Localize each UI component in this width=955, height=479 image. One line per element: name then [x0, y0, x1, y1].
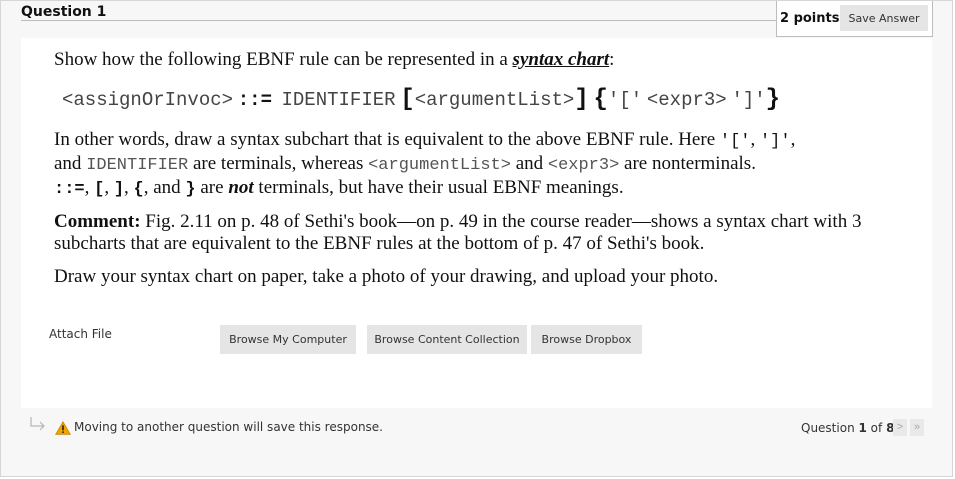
last-icon[interactable]: »: [910, 419, 924, 436]
intro-text: Show how the following EBNF rule can be …: [54, 49, 513, 70]
comment-text: Fig. 2.11 on p. 48 of Sethi's book—on p.…: [54, 211, 862, 254]
sep: ,: [84, 177, 95, 198]
explanation-text: terminals, but have their usual EBNF mea…: [253, 177, 624, 198]
instruction-paragraph: Draw your syntax chart on paper, take a …: [54, 266, 719, 287]
counter-of: of: [866, 421, 887, 435]
explanation-text: are nonterminals.: [619, 153, 756, 174]
points-label: 2 points: [780, 11, 840, 26]
not-emphasis: not: [228, 177, 254, 198]
rule-expr3: <expr3>: [646, 89, 727, 111]
rule-rbracket: ]: [574, 86, 589, 113]
terminal-identifier: IDENTIFIER: [86, 156, 189, 175]
sep: , and: [143, 177, 186, 198]
sep: ,: [124, 177, 134, 198]
browse-dropbox-button[interactable]: Browse Dropbox: [531, 325, 642, 354]
rule-lhs: <assignOrInvoc>: [62, 89, 234, 111]
attach-file-label: Attach File: [49, 327, 112, 341]
intro-paragraph: Show how the following EBNF rule can be …: [54, 49, 914, 71]
explanation-text: are terminals, whereas: [188, 153, 369, 174]
rule-operator: ::=: [237, 89, 272, 111]
question-text: Show how the following EBNF rule can be …: [54, 44, 914, 288]
save-answer-button[interactable]: Save Answer: [840, 5, 928, 31]
rule-lbrace: {: [593, 86, 608, 113]
nonterminal-argumentlist: <argumentList>: [368, 156, 511, 175]
question-footer: Moving to another question will save thi…: [21, 408, 932, 453]
next-icon[interactable]: >: [893, 419, 907, 436]
rule-rbrace: }: [765, 86, 781, 113]
browse-my-computer-button[interactable]: Browse My Computer: [220, 325, 356, 354]
current-question: 1: [858, 421, 867, 435]
meta-assign: ::=: [54, 180, 85, 199]
meta-lbrace: {: [133, 180, 144, 199]
question-container: Question 1 2 points Save Answer Show how…: [0, 0, 953, 477]
points-box: 2 points Save Answer: [776, 1, 933, 37]
save-response-note: Moving to another question will save thi…: [74, 420, 383, 434]
explanation-text: and: [54, 153, 87, 174]
sep: ,: [104, 177, 114, 198]
sep: ,: [750, 129, 760, 150]
meta-rbracket: ]: [113, 180, 125, 199]
rule-quote-open: '[': [607, 89, 643, 111]
terminal-lbracket: '[': [719, 132, 751, 151]
explanation-text: are: [195, 177, 229, 198]
meta-rbrace: }: [185, 180, 196, 199]
question-body: Show how the following EBNF rule can be …: [21, 38, 932, 408]
header-divider: [21, 20, 777, 21]
comment-label: Comment:: [54, 211, 141, 232]
rule-identifier: IDENTIFIER: [281, 89, 396, 111]
explanation-paragraph: In other words, draw a syntax subchart t…: [54, 129, 914, 201]
meta-lbracket: [: [94, 180, 105, 199]
sep: ,: [790, 129, 796, 150]
warning-icon: [55, 421, 71, 440]
question-title: Question 1: [21, 4, 107, 20]
rule-argumentlist: <argumentList>: [414, 89, 575, 111]
ebnf-rule: <assignOrInvoc> ::= IDENTIFIER [<argumen…: [54, 86, 914, 113]
question-counter: Question 1 of 8: [801, 421, 894, 435]
nonterminal-expr3: <expr3>: [547, 156, 620, 175]
rule-lbracket: [: [400, 86, 415, 113]
syntax-chart-term: syntax chart: [512, 49, 610, 70]
intro-end: :: [609, 49, 615, 70]
arrow-return-icon: [29, 416, 47, 437]
terminal-rbracket: ']': [759, 132, 791, 151]
explanation-text: In other words, draw a syntax subchart t…: [54, 129, 720, 150]
comment-paragraph: Comment: Fig. 2.11 on p. 48 of Sethi's b…: [54, 211, 914, 255]
explanation-text: and: [510, 153, 548, 174]
browse-content-collection-button[interactable]: Browse Content Collection: [367, 325, 527, 354]
counter-prefix: Question: [801, 421, 859, 435]
rule-quote-close: ']': [731, 89, 766, 111]
